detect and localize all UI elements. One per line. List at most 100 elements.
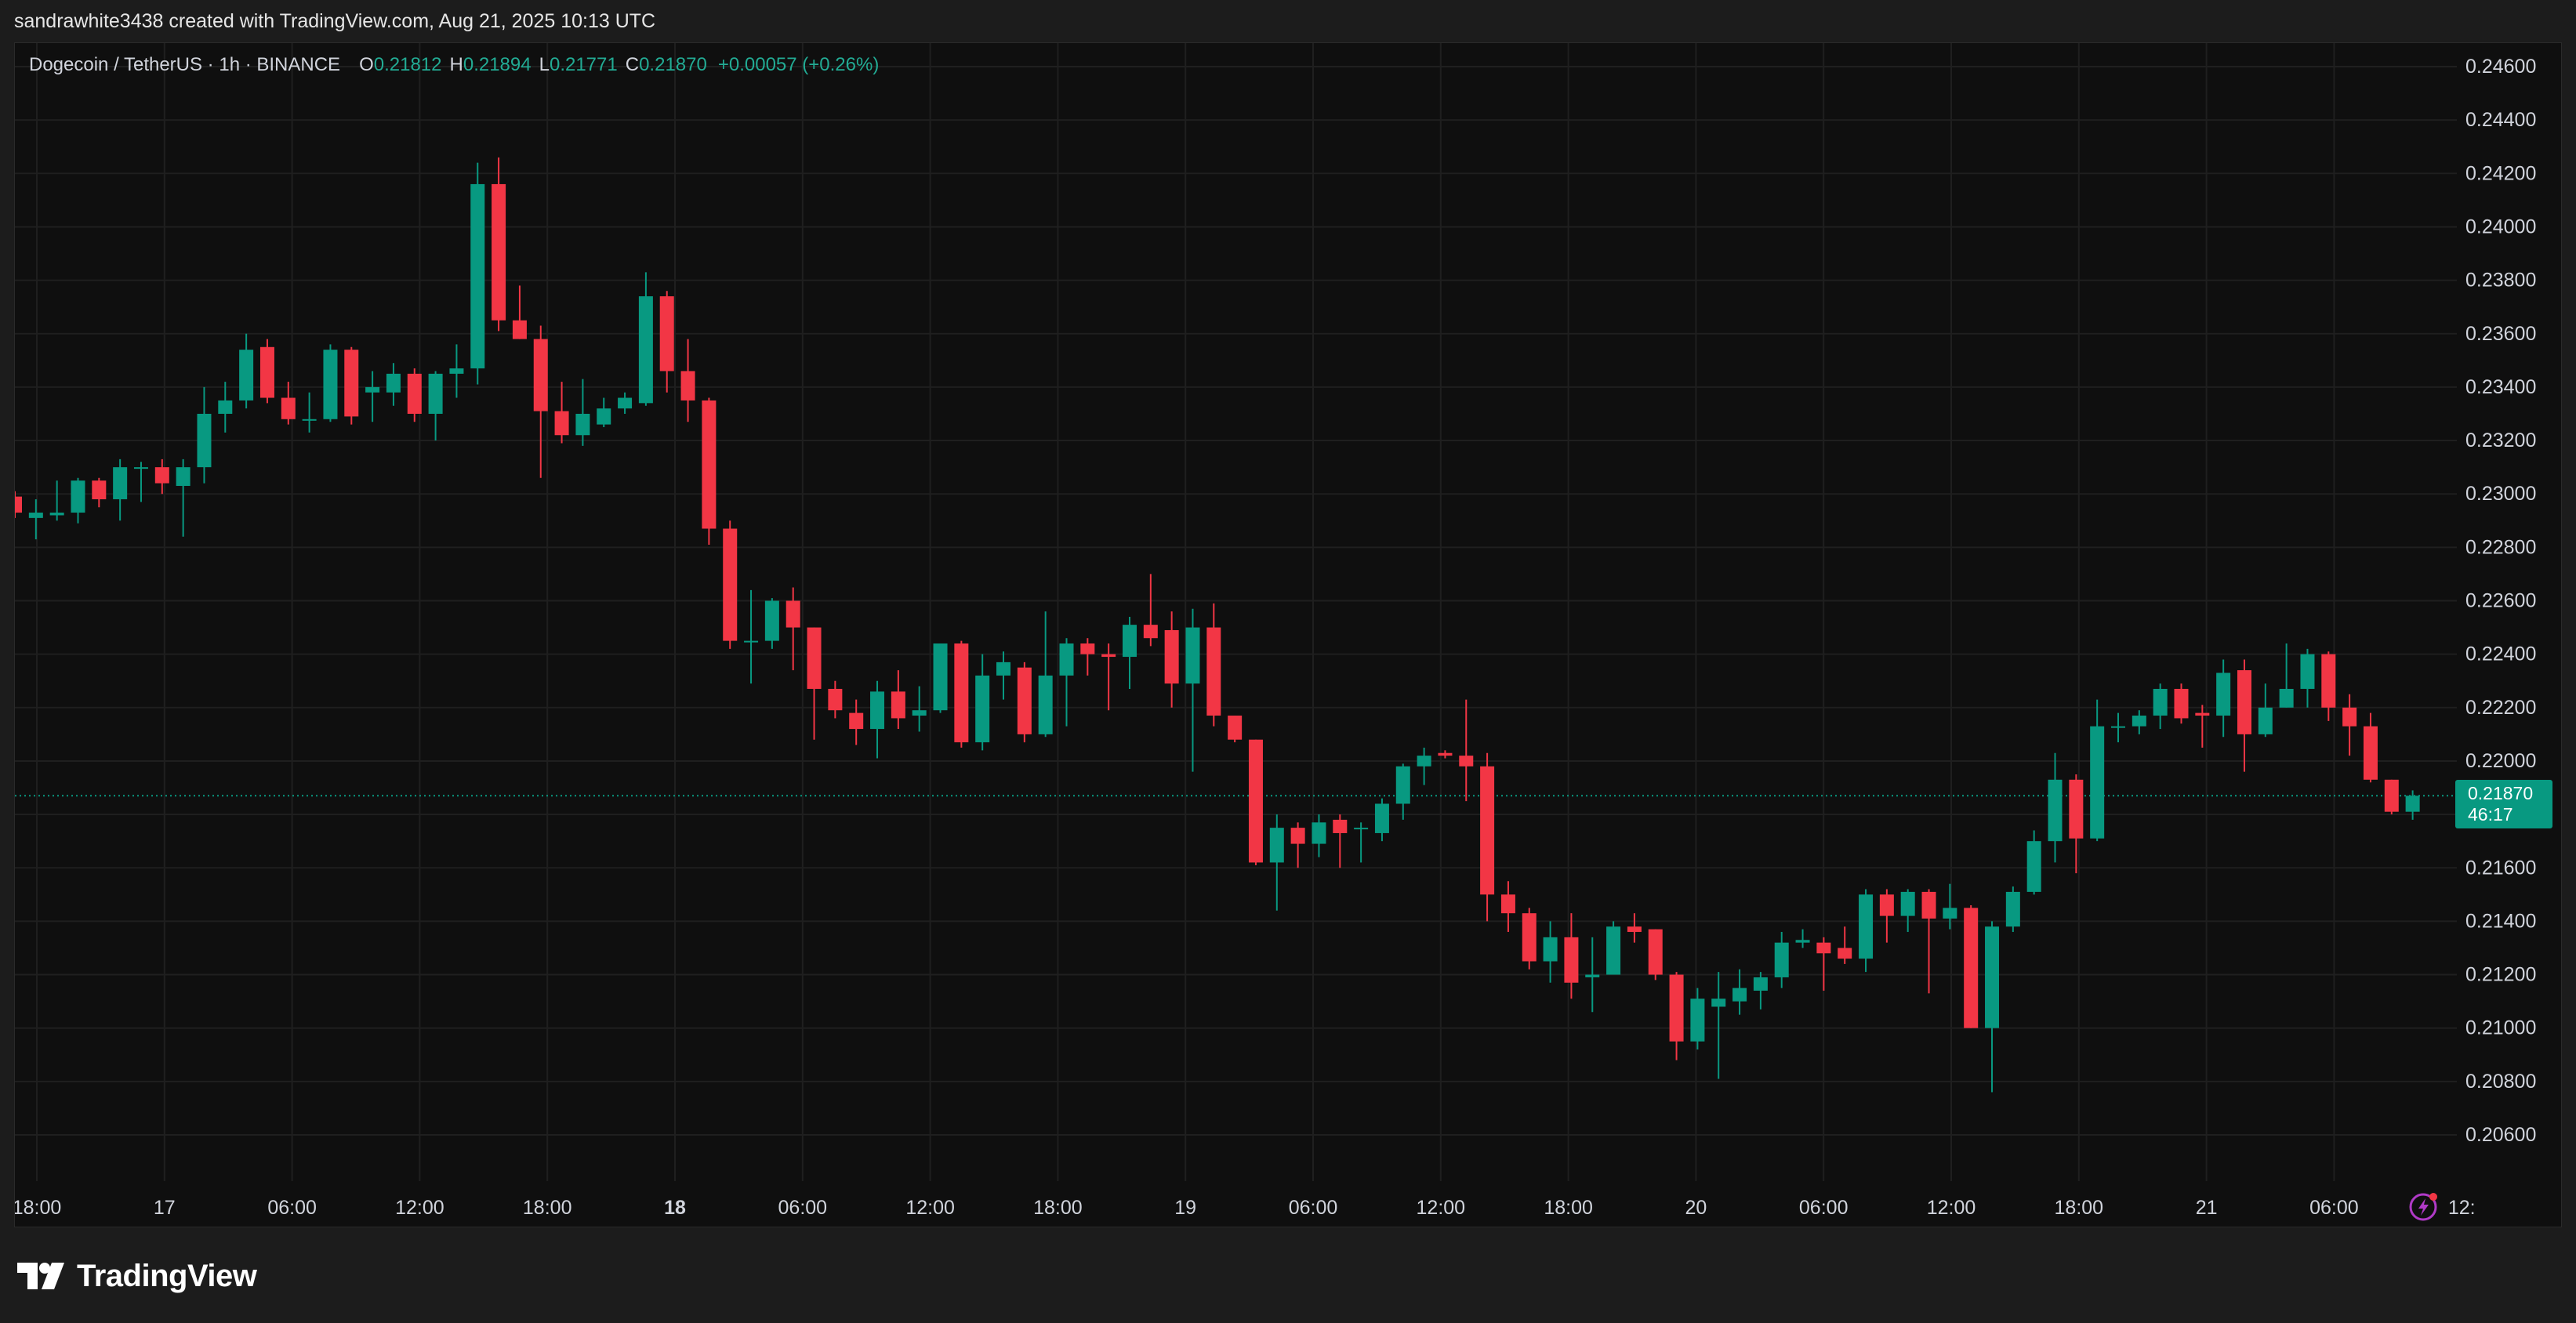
candle[interactable] <box>1859 889 1874 973</box>
candle[interactable] <box>1374 798 1389 842</box>
chart-panel[interactable]: 18:00 17 06:00 12:00 18:00 18 06:00 12:00 18:00 1… <box>14 42 2562 1227</box>
candle[interactable] <box>2174 683 2189 724</box>
candle[interactable] <box>2384 779 2399 815</box>
candle[interactable] <box>281 382 296 425</box>
candle[interactable] <box>891 670 905 730</box>
candle[interactable] <box>2342 694 2357 756</box>
candle[interactable] <box>2237 659 2251 772</box>
candle[interactable] <box>723 520 738 649</box>
candle[interactable] <box>1480 752 1495 922</box>
candle[interactable] <box>1038 611 1053 738</box>
candle[interactable] <box>1395 763 1410 820</box>
candle[interactable] <box>954 640 969 748</box>
candle[interactable] <box>133 462 148 502</box>
candle[interactable] <box>470 162 485 385</box>
candle[interactable] <box>618 392 633 414</box>
candle[interactable] <box>1648 929 1663 980</box>
candle[interactable] <box>1059 638 1074 727</box>
brand-footer[interactable]: TradingView <box>17 1257 257 1295</box>
candle[interactable] <box>1122 616 1137 689</box>
candle[interactable] <box>71 477 85 524</box>
candle[interactable] <box>1627 913 1642 943</box>
candle[interactable] <box>2153 683 2168 730</box>
candle[interactable] <box>2195 705 2210 748</box>
candle[interactable] <box>1943 883 1957 930</box>
candle[interactable] <box>302 392 317 433</box>
candle[interactable] <box>492 157 506 332</box>
candle[interactable] <box>554 382 569 444</box>
candle[interactable] <box>28 499 43 540</box>
candle[interactable] <box>1017 662 1032 743</box>
candle[interactable] <box>597 397 611 428</box>
candle[interactable] <box>2363 712 2378 783</box>
candle[interactable] <box>1900 889 1915 933</box>
candle[interactable] <box>239 333 254 409</box>
candle[interactable] <box>575 379 590 446</box>
candle[interactable] <box>2216 659 2231 738</box>
candle[interactable] <box>154 459 169 495</box>
candle[interactable] <box>1312 814 1326 857</box>
candle[interactable] <box>744 589 759 684</box>
candle[interactable] <box>1732 969 1747 1015</box>
candle[interactable] <box>1838 926 1852 964</box>
candle[interactable] <box>702 397 717 545</box>
candle[interactable] <box>2026 830 2041 895</box>
candle[interactable] <box>344 346 359 425</box>
candle[interactable] <box>407 368 422 422</box>
candle[interactable] <box>1522 908 1537 970</box>
candle[interactable] <box>323 344 338 422</box>
candle[interactable] <box>1290 822 1305 868</box>
candle[interactable] <box>849 699 864 745</box>
candle[interactable] <box>1964 904 1979 1028</box>
candle[interactable] <box>1417 747 1431 785</box>
candle[interactable] <box>49 480 64 521</box>
candle[interactable] <box>15 491 22 518</box>
candle[interactable] <box>1543 921 1558 983</box>
candle[interactable] <box>2111 712 2125 743</box>
candle[interactable] <box>1985 921 2000 1093</box>
candle[interactable] <box>933 643 948 713</box>
candle[interactable] <box>1269 814 1284 911</box>
candle[interactable] <box>1459 699 1474 802</box>
candle[interactable] <box>996 651 1011 700</box>
candle[interactable] <box>113 459 128 521</box>
candle[interactable] <box>828 680 843 719</box>
candle[interactable] <box>386 363 401 406</box>
candle[interactable] <box>512 285 527 339</box>
candle[interactable] <box>2069 774 2084 874</box>
candle[interactable] <box>1500 881 1515 933</box>
candle[interactable] <box>2132 710 2146 734</box>
candle[interactable] <box>2090 699 2105 842</box>
candle[interactable] <box>449 344 464 398</box>
candle[interactable] <box>428 371 443 441</box>
candle[interactable] <box>912 686 927 732</box>
candle[interactable] <box>2300 648 2315 708</box>
candle[interactable] <box>1206 603 1221 727</box>
candle[interactable] <box>1669 972 1684 1060</box>
candle[interactable] <box>1795 929 1810 948</box>
candle[interactable] <box>1921 889 1936 994</box>
candle[interactable] <box>2258 683 2273 738</box>
candle[interactable] <box>92 477 107 508</box>
candle[interactable] <box>1606 921 1621 975</box>
candle[interactable] <box>259 339 274 404</box>
candle[interactable] <box>1143 574 1158 647</box>
lightning-bolt-icon[interactable] <box>2408 1191 2440 1222</box>
candle[interactable] <box>1879 889 1894 943</box>
candle[interactable] <box>807 627 822 740</box>
candle[interactable] <box>533 325 548 478</box>
candle[interactable] <box>764 598 779 649</box>
candle[interactable] <box>1585 937 1600 1013</box>
candle[interactable] <box>638 272 653 406</box>
candle[interactable] <box>1248 739 1263 865</box>
candle[interactable] <box>2279 643 2294 708</box>
candle[interactable] <box>1774 932 1789 988</box>
candle[interactable] <box>365 371 380 422</box>
candle[interactable] <box>1333 814 1348 868</box>
candle[interactable] <box>1164 611 1179 708</box>
candle[interactable] <box>1753 972 1768 1009</box>
candle[interactable] <box>1816 937 1831 991</box>
symbol-name[interactable]: Dogecoin / TetherUS · 1h · BINANCE <box>29 54 340 76</box>
candle[interactable] <box>1711 972 1726 1079</box>
candle[interactable] <box>1354 822 1369 863</box>
